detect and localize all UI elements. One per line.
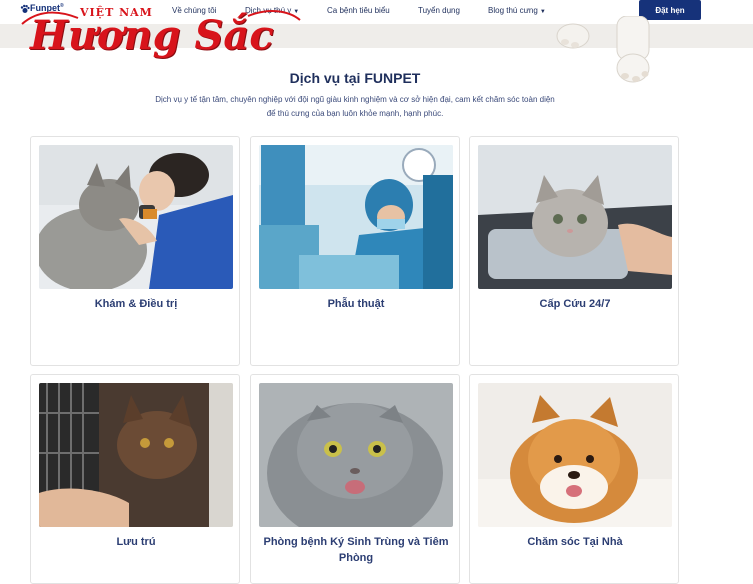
services-description: Dịch vụ y tế tận tâm, chuyên nghiệp với …	[155, 95, 555, 118]
cat-paws-image	[556, 16, 650, 83]
service-card-label: Phòng bệnh Ký Sinh Trùng và Tiêm Phòng	[263, 536, 449, 564]
watermark-main-text: Hương Sắc	[30, 12, 274, 59]
nav-item-careers[interactable]: Tuyển dụng	[418, 6, 460, 15]
service-card-home-care[interactable]: Chăm sóc Tại Nhà	[469, 374, 679, 584]
vet-examining-cat-photo	[39, 145, 233, 289]
service-card-emergency[interactable]: Cấp Cứu 24/7	[469, 136, 679, 366]
service-card-label: Phẫu thuật	[327, 298, 385, 310]
surgery-team-photo	[259, 145, 453, 289]
service-card-label: Khám & Điều trị	[94, 298, 178, 310]
shiba-puppy-photo	[478, 383, 672, 527]
service-card-label: Chăm sóc Tại Nhà	[527, 536, 623, 548]
scottish-fold-cat-photo	[259, 383, 453, 527]
chevron-down-icon: ▼	[539, 9, 546, 15]
kitten-in-carrier-photo	[478, 145, 672, 289]
nav-item-featured-cases[interactable]: Ca bệnh tiêu biểu	[327, 6, 390, 15]
service-card-exam[interactable]: Khám & Điều trị	[30, 136, 240, 366]
service-card-parasite-vaccination[interactable]: Phòng bệnh Ký Sinh Trùng và Tiêm Phòng	[250, 374, 460, 584]
service-card-boarding[interactable]: Lưu trú	[30, 374, 240, 584]
cat-in-crate-photo	[39, 383, 233, 527]
nav-item-pet-blog[interactable]: Blog thú cưng ▼	[488, 6, 546, 15]
service-card-label: Cấp Cứu 24/7	[539, 298, 611, 310]
service-card-label: Lưu trú	[116, 536, 156, 548]
service-card-surgery[interactable]: Phẫu thuật	[250, 136, 460, 366]
